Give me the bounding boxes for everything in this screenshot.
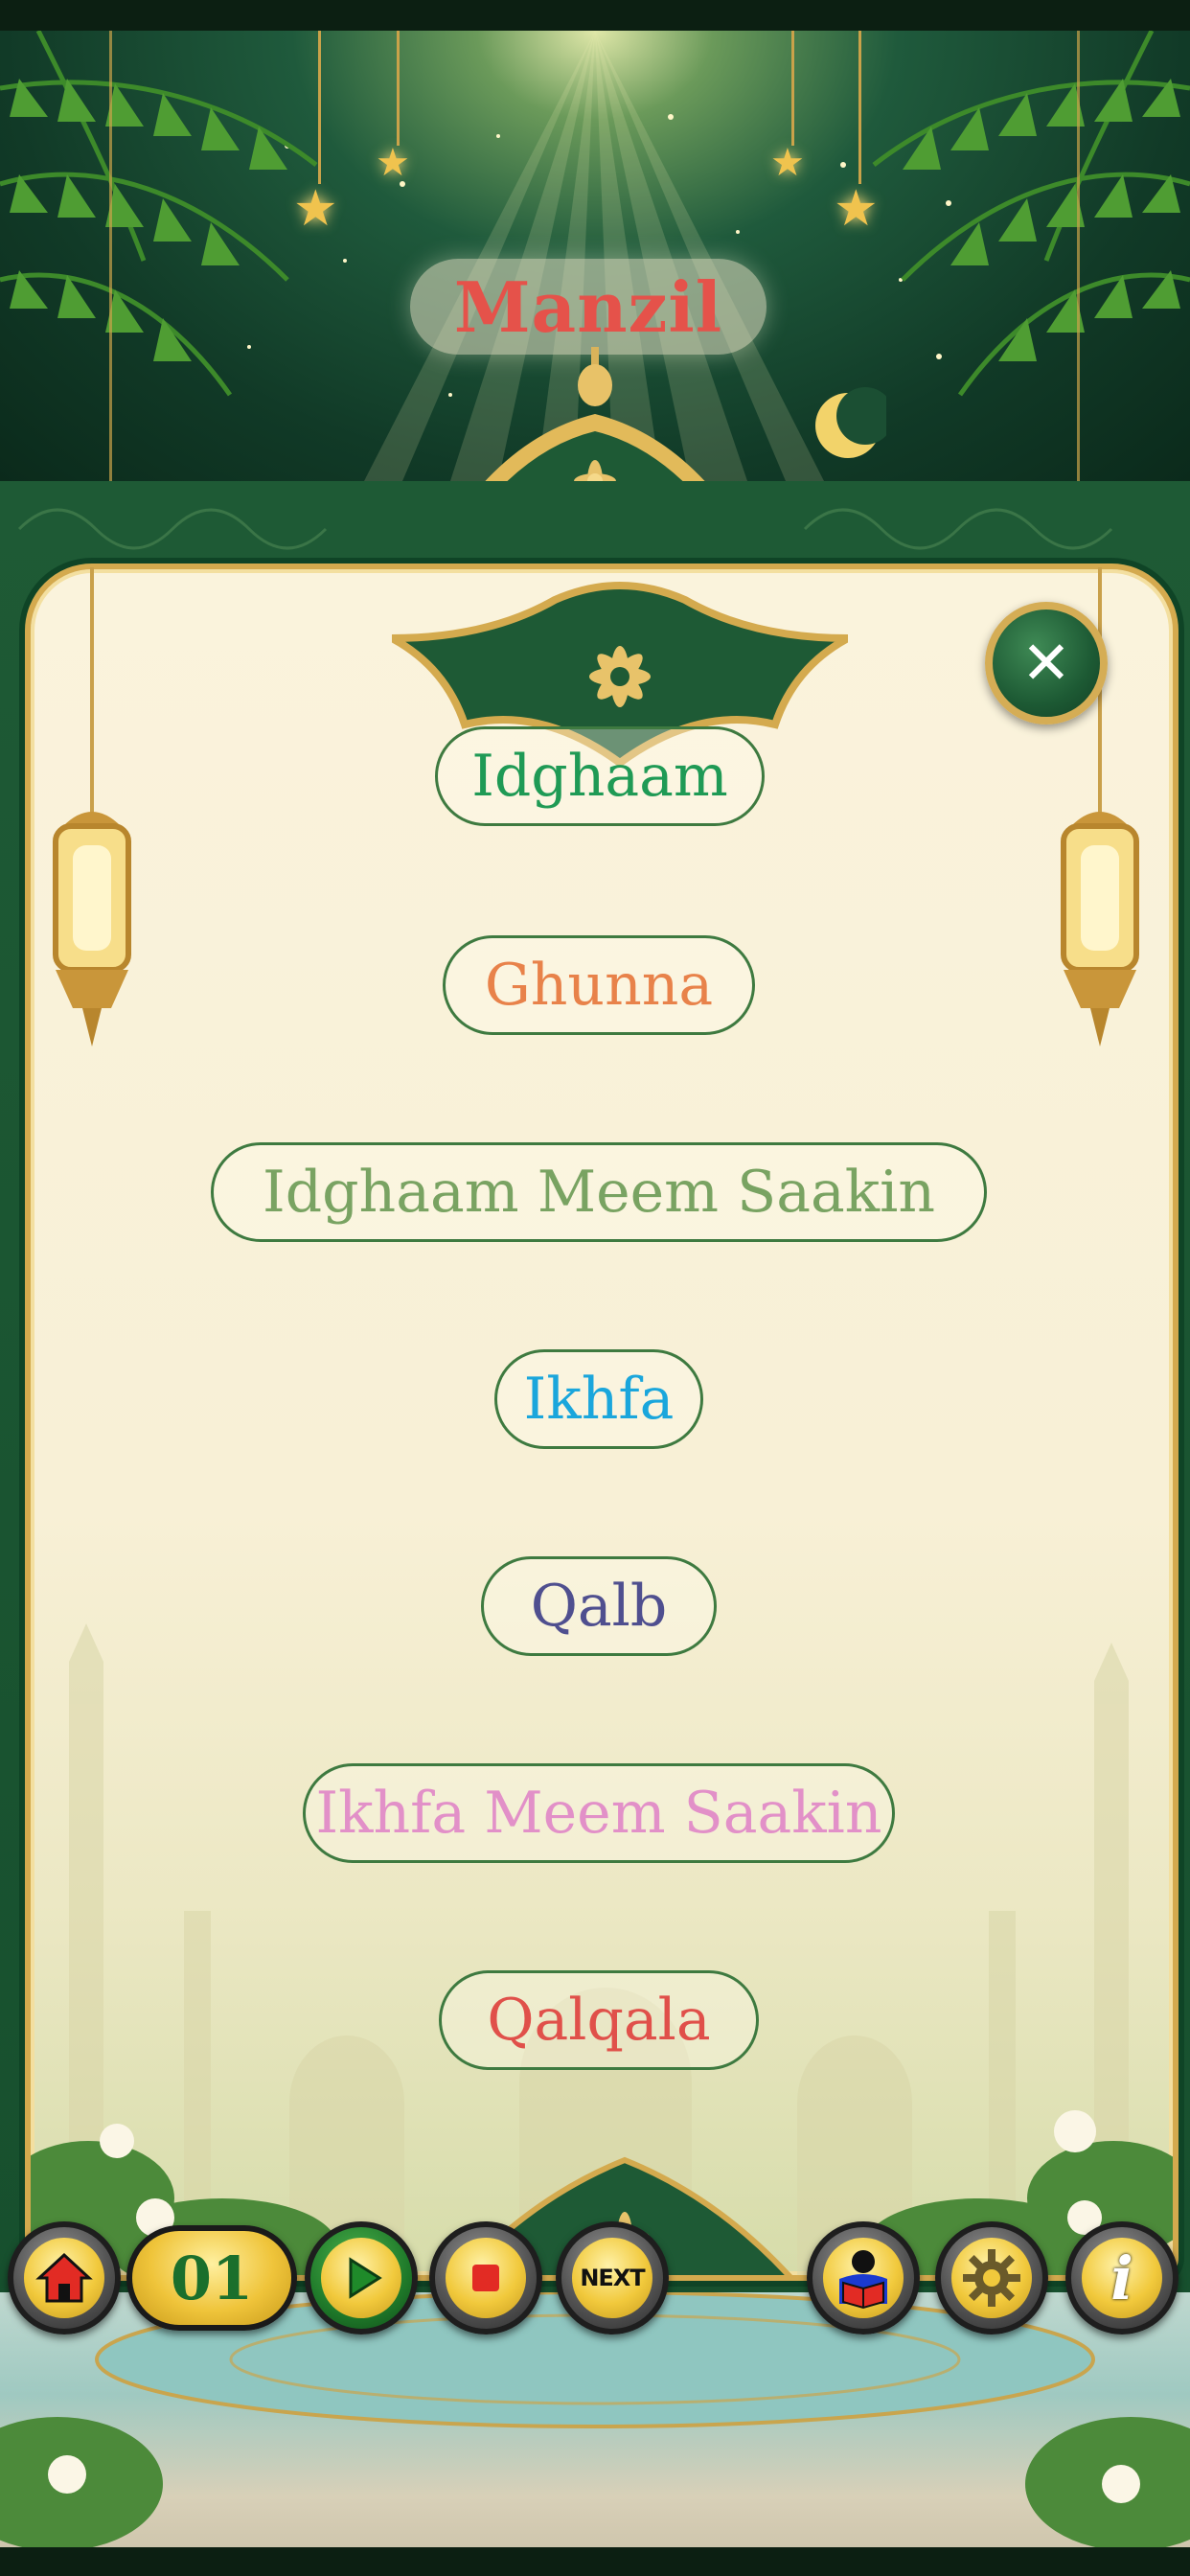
reader-button[interactable] (807, 2221, 920, 2334)
verse-counter: 01 (126, 2225, 297, 2331)
palm-leaves-right (872, 31, 1190, 397)
close-icon: ✕ (1021, 628, 1071, 698)
rule-button-idghaam-meem-saakin[interactable]: Idghaam Meem Saakin (211, 1142, 987, 1242)
rule-button-ghunna[interactable]: Ghunna (443, 935, 755, 1035)
rule-label: Ikhfa (523, 1366, 675, 1433)
rule-button-ikhfa[interactable]: Ikhfa (494, 1349, 703, 1449)
gear-icon (963, 2249, 1020, 2307)
reader-icon (839, 2250, 887, 2310)
frame-pattern (17, 508, 1113, 550)
close-button[interactable]: ✕ (985, 602, 1108, 724)
stop-icon (472, 2265, 499, 2291)
rule-label: Qalb (530, 1573, 668, 1640)
header-banner: ★ ★ ★ ★ Manzil (0, 31, 1190, 481)
play-icon (349, 2257, 382, 2299)
rule-label: Ikhfa Meem Saakin (315, 1780, 882, 1847)
bottom-toolbar: 01 NEXT i (0, 2221, 1190, 2346)
play-button[interactable] (305, 2221, 418, 2334)
home-icon (35, 2252, 93, 2303)
info-icon: i (1110, 2242, 1133, 2313)
counter-value: 01 (170, 2242, 254, 2313)
rule-button-qalb[interactable]: Qalb (481, 1556, 717, 1656)
star-icon: ★ (376, 141, 410, 185)
rule-button-qalqala[interactable]: Qalqala (439, 1970, 759, 2070)
star-chain (397, 31, 400, 146)
title-plate: Manzil (410, 259, 767, 355)
info-button[interactable]: i (1065, 2221, 1179, 2334)
page-title: Manzil (453, 265, 723, 348)
star-icon: ★ (834, 180, 879, 238)
next-label: NEXT (580, 2265, 645, 2291)
star-icon: ★ (293, 180, 338, 238)
star-icon: ★ (770, 141, 805, 185)
stop-button[interactable] (429, 2221, 542, 2334)
status-strip (0, 0, 1190, 31)
lantern-chain (109, 31, 112, 481)
settings-button[interactable] (935, 2221, 1048, 2334)
crescent-moon-icon (815, 387, 886, 458)
rule-label: Idghaam Meem Saakin (263, 1159, 935, 1226)
star-chain (791, 31, 794, 146)
rule-button-ikhfa-meem-saakin[interactable]: Ikhfa Meem Saakin (303, 1763, 895, 1863)
rule-label: Idghaam (471, 743, 728, 810)
star-chain (858, 31, 861, 184)
rule-label: Ghunna (484, 952, 714, 1019)
dome-finial-ornament (485, 347, 705, 481)
rule-button-idghaam[interactable]: Idghaam (435, 726, 765, 826)
next-button[interactable]: NEXT (556, 2221, 669, 2334)
bottom-strip (0, 2547, 1190, 2576)
lantern-chain (1077, 31, 1080, 481)
lantern-icon (53, 567, 131, 1046)
home-button[interactable] (8, 2221, 121, 2334)
star-chain (318, 31, 321, 184)
rule-label: Qalqala (487, 1987, 711, 2054)
palm-leaves-left (0, 31, 318, 397)
